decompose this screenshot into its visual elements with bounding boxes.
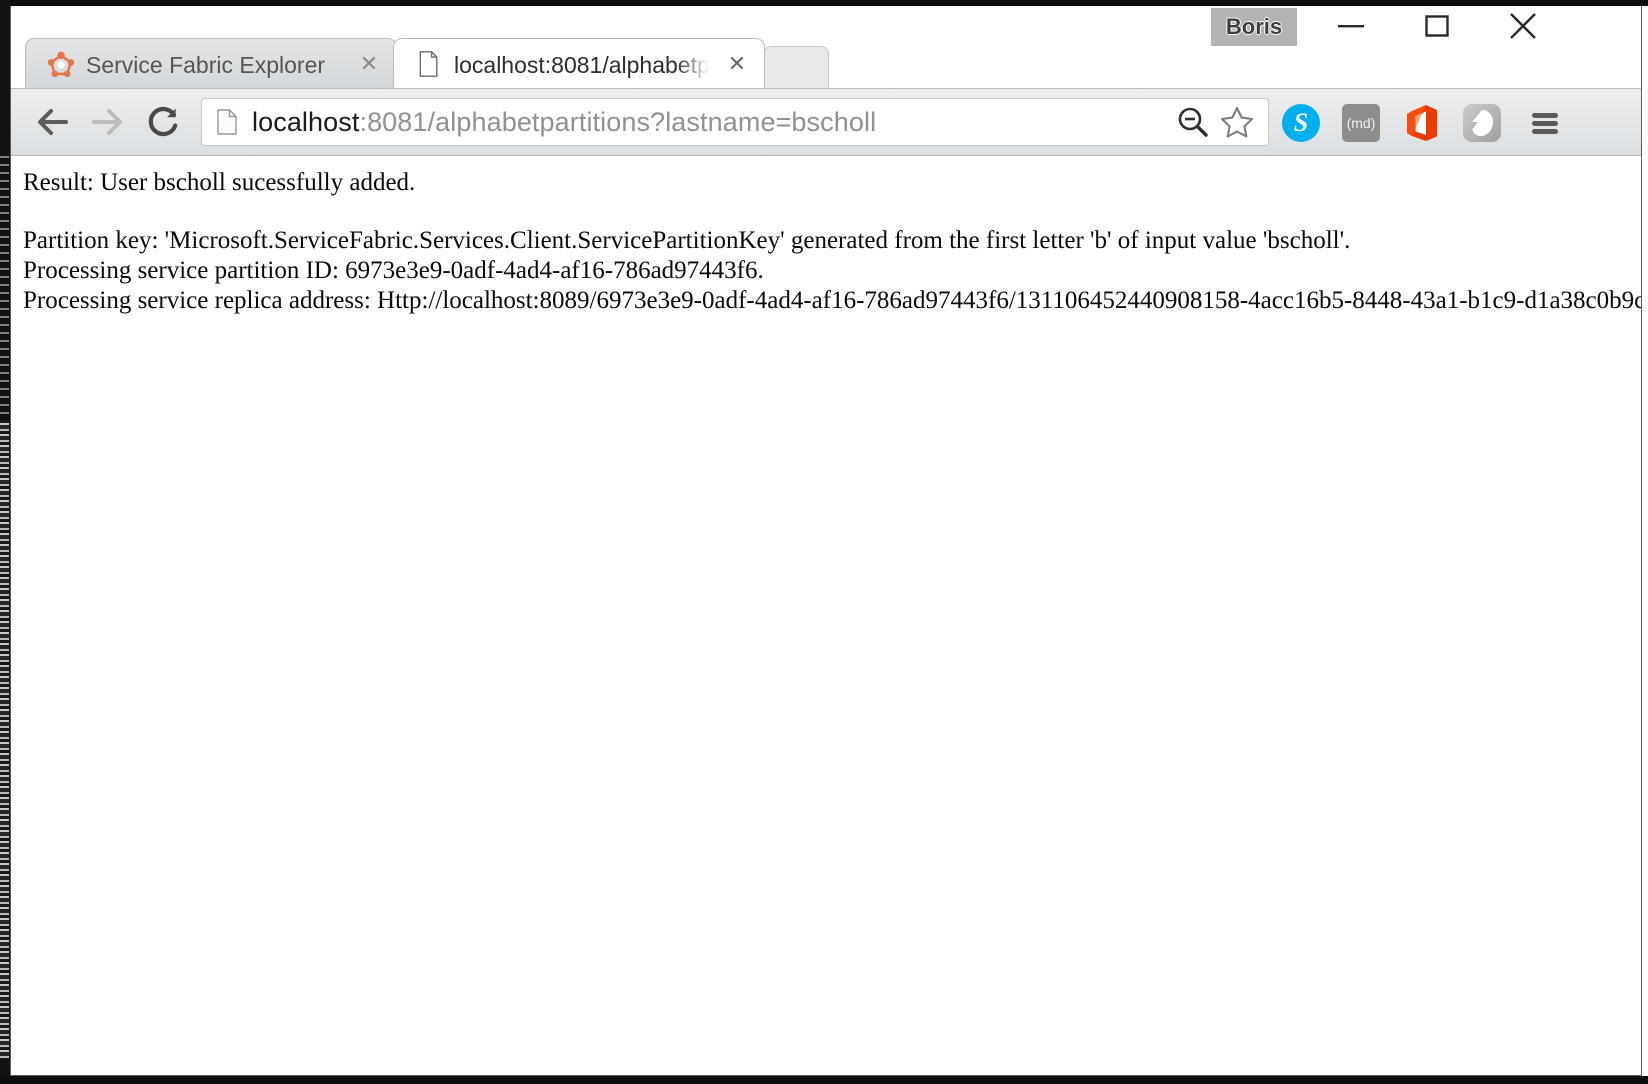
tab-title: localhost:8081/alphabetpa	[454, 52, 712, 78]
arrow-right-icon	[92, 109, 122, 135]
minimize-icon	[1338, 25, 1364, 28]
evernote-icon	[1463, 104, 1501, 142]
markdown-extension-button[interactable]: (md)	[1341, 103, 1381, 143]
desktop-artifact-upper	[0, 150, 9, 420]
profile-chip[interactable]: Boris	[1211, 8, 1297, 46]
partition-id-message: Processing service partition ID: 6973e3e…	[23, 257, 764, 284]
star-outline-icon	[1220, 106, 1254, 138]
chrome-browser-frame: Boris Service Fabric Explorer ✕ localhos…	[10, 6, 1642, 1076]
profile-name: Boris	[1225, 14, 1283, 39]
browser-toolbar: localhost:8081/alphabetpartitions?lastna…	[11, 88, 1641, 156]
zoom-out-icon[interactable]	[1172, 101, 1214, 143]
desktop-artifact-lower	[0, 420, 9, 1060]
tab-close-button[interactable]: ✕	[356, 51, 382, 77]
desktop-background-bottom	[0, 1076, 1648, 1084]
evernote-extension-button[interactable]	[1462, 103, 1502, 143]
close-window-button[interactable]	[1480, 6, 1566, 46]
reload-icon	[148, 106, 178, 137]
replica-address-message: Processing service replica address: Http…	[23, 287, 1641, 314]
partition-key-message: Partition key: 'Microsoft.ServiceFabric.…	[23, 227, 1351, 254]
arrow-left-icon	[38, 109, 68, 135]
url-display[interactable]: localhost:8081/alphabetpartitions?lastna…	[252, 107, 1172, 138]
result-message: Result: User bscholl sucessfully added.	[23, 169, 416, 196]
url-path: :8081/alphabetpartitions?lastname=bschol…	[359, 106, 877, 137]
markdown-icon: (md)	[1342, 104, 1380, 142]
page-viewport: Result: User bscholl sucessfully added. …	[11, 156, 1641, 1075]
tab-service-fabric-explorer[interactable]: Service Fabric Explorer ✕	[25, 38, 397, 88]
evernote-elephant-icon	[1472, 110, 1493, 136]
back-button[interactable]	[29, 99, 77, 145]
tab-strip: Boris Service Fabric Explorer ✕ localhos…	[11, 6, 1641, 88]
maximize-icon	[1425, 15, 1449, 37]
url-host: localhost	[252, 106, 360, 137]
tab-close-button[interactable]: ✕	[724, 51, 750, 77]
service-fabric-cluster-icon	[48, 51, 74, 77]
chrome-menu-button[interactable]	[1523, 101, 1567, 145]
office-icon	[1407, 105, 1437, 141]
address-bar[interactable]: localhost:8081/alphabetpartitions?lastna…	[201, 98, 1269, 146]
close-icon	[1510, 13, 1536, 39]
page-document-icon	[217, 109, 237, 135]
magnifier-minus-icon	[1178, 107, 1208, 137]
tab-title: Service Fabric Explorer	[86, 52, 326, 78]
skype-extension-button[interactable]: S	[1281, 103, 1321, 143]
browser-window: Boris Service Fabric Explorer ✕ localhos…	[0, 0, 1648, 1084]
minimize-button[interactable]	[1308, 6, 1394, 46]
forward-button[interactable]	[83, 99, 131, 145]
page-content: Result: User bscholl sucessfully added. …	[11, 156, 1641, 316]
reload-button[interactable]	[139, 99, 187, 145]
office-extension-button[interactable]	[1402, 103, 1442, 143]
maximize-button[interactable]	[1394, 6, 1480, 46]
bookmark-star-icon[interactable]	[1216, 101, 1258, 143]
page-document-icon	[419, 51, 438, 77]
hamburger-icon	[1532, 110, 1558, 137]
new-tab-button[interactable]	[763, 46, 829, 88]
tab-alphabetpartitions[interactable]: localhost:8081/alphabetpa ✕	[393, 38, 765, 88]
skype-icon: S	[1282, 104, 1320, 142]
